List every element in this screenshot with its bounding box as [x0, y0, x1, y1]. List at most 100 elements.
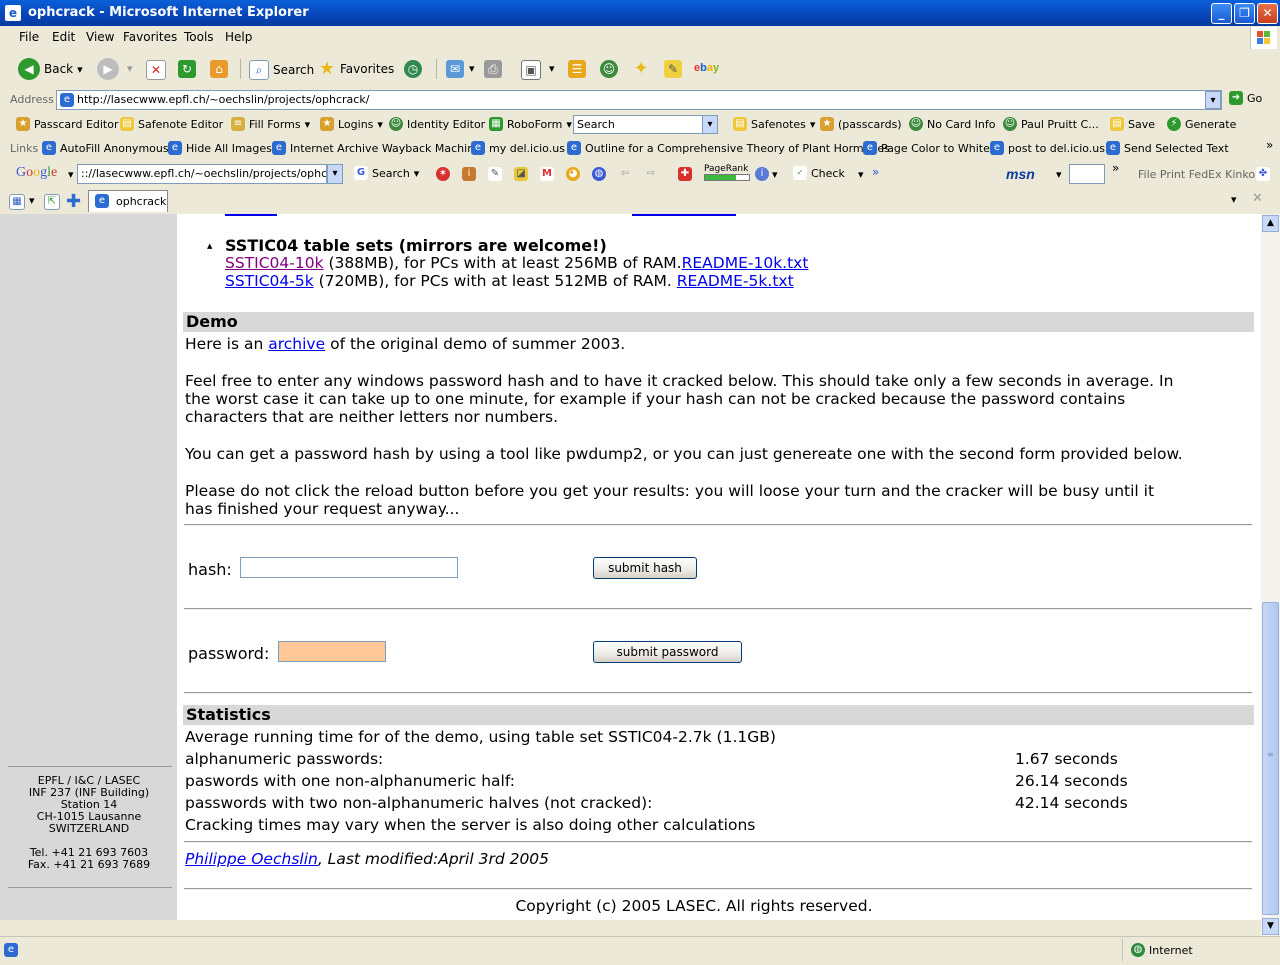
safenote-editor-button[interactable]: ▤ Safenote Editor [120, 117, 223, 131]
password-input[interactable] [278, 641, 386, 662]
msn-overflow-chevron-icon[interactable]: » [1112, 161, 1119, 175]
messenger-icon[interactable]: ☺ [600, 60, 618, 78]
sstic10k-link[interactable]: SSTIC04-10k [225, 254, 324, 272]
scroll-down-icon[interactable]: ▼ [1262, 918, 1279, 935]
favorites-button[interactable]: ★ Favorites [318, 60, 394, 78]
link-my-delicious[interactable]: e my del.icio.us [471, 141, 565, 155]
link-send-selected-text[interactable]: e Send Selected Text [1106, 141, 1229, 155]
generate-button[interactable]: ⚡ Generate [1167, 117, 1236, 131]
link-post-delicious[interactable]: e post to del.icio.us [990, 141, 1105, 155]
quick-tabs-icon[interactable]: ▦ [9, 194, 25, 210]
forward-button[interactable]: ▶ [97, 58, 119, 80]
link-wayback-machine[interactable]: e Internet Archive Wayback Machine [272, 141, 481, 155]
safenotes-button[interactable]: ▤ Safenotes ▾ [733, 117, 815, 131]
back-dropdown-icon[interactable]: ▾ [77, 63, 83, 76]
research-icon[interactable]: ☰ [568, 60, 586, 78]
edit-dropdown-icon[interactable]: ▾ [549, 62, 555, 75]
minimize-button[interactable]: _ [1211, 3, 1232, 24]
close-tab-icon[interactable]: ✕ [1252, 191, 1263, 206]
go-button[interactable]: ➜ Go [1229, 91, 1262, 105]
no-card-info-button[interactable]: ☺ No Card Info [909, 117, 996, 131]
link-page-color-white[interactable]: e Page Color to White [863, 141, 990, 155]
gmail-icon[interactable]: M [540, 167, 554, 181]
menu-view[interactable]: View [86, 30, 114, 44]
passcard-editor-button[interactable]: ★ Passcard Editor [16, 117, 119, 131]
google-blogger-icon[interactable]: ✚ [678, 167, 692, 181]
links-overflow-chevron-icon[interactable]: » [1266, 138, 1273, 152]
roboform-search-dropdown-icon[interactable]: ▾ [702, 115, 718, 134]
msn-logo[interactable]: msn [1006, 166, 1035, 182]
mail-dropdown-icon[interactable]: ▾ [469, 62, 475, 75]
passcards-button[interactable]: ★ (passcards) [820, 117, 902, 131]
google-overflow-chevron-icon[interactable]: » [872, 165, 879, 179]
save-button[interactable]: ▤ Save [1110, 117, 1155, 131]
readme10k-link[interactable]: README-10k.txt [682, 254, 809, 272]
refresh-icon[interactable]: ↻ [178, 60, 196, 78]
author-link[interactable]: Philippe Oechslin [185, 850, 318, 868]
msn-search-input[interactable] [1069, 164, 1105, 184]
scroll-thumb[interactable]: ≡ [1262, 602, 1279, 915]
sstic5k-link[interactable]: SSTIC04-5k [225, 272, 314, 290]
google-info-circle-icon[interactable]: i [755, 167, 769, 181]
notes-icon[interactable]: ✎ [664, 60, 682, 78]
google-back-icon[interactable]: ⇦ [618, 167, 632, 181]
google-highlight-icon[interactable]: ✎ [488, 167, 502, 181]
google-search-input[interactable]: :://lasecwww.epfl.ch/~oechslin/projects/… [77, 164, 327, 184]
tab-ophcrack[interactable]: e ophcrack [88, 190, 168, 212]
menu-help[interactable]: Help [225, 30, 252, 44]
check-dropdown-icon[interactable]: ▾ [858, 168, 864, 181]
tab-menu-dropdown-icon[interactable]: ▾ [1231, 193, 1237, 206]
ebay-icon[interactable]: ebay [694, 62, 719, 74]
paul-pruitt-button[interactable]: ☺ Paul Pruitt C... [1003, 117, 1099, 131]
google-search-dropdown-icon[interactable]: ▾ [327, 164, 343, 184]
google-search-button[interactable]: G Search ▾ [354, 166, 419, 180]
scroll-up-icon[interactable]: ▲ [1262, 215, 1279, 232]
hash-input[interactable] [240, 557, 458, 578]
submit-password-button[interactable]: submit password [593, 641, 742, 663]
fedex-print-label[interactable]: File Print FedEx Kinko's [1138, 168, 1264, 181]
mail-icon[interactable]: ✉ [446, 60, 464, 78]
close-button[interactable]: ✕ [1257, 3, 1278, 24]
edit-page-icon[interactable]: ▣ [521, 60, 541, 80]
menu-tools[interactable]: Tools [184, 30, 214, 44]
link-hide-all-images[interactable]: e Hide All Images [168, 141, 272, 155]
bookmark-star-icon[interactable]: ✦ [632, 60, 650, 78]
new-window-icon[interactable]: ⇱ [44, 194, 60, 210]
address-dropdown-icon[interactable]: ▾ [1205, 91, 1221, 109]
menu-favorites[interactable]: Favorites [123, 30, 177, 44]
stop-icon[interactable]: ✕ [146, 60, 166, 80]
info-dropdown-icon[interactable]: ▾ [772, 168, 778, 181]
history-icon[interactable]: ◷ [404, 60, 422, 78]
google-earth-icon[interactable]: ◍ [592, 167, 606, 181]
archive-link[interactable]: archive [268, 335, 325, 353]
back-button[interactable]: ◀ Back ▾ [18, 58, 83, 80]
roboform-search-input[interactable]: Search [573, 115, 703, 134]
menu-edit[interactable]: Edit [52, 30, 75, 44]
search-button[interactable]: ⌕ Search [249, 60, 314, 80]
link-plant-hormones[interactable]: e Outline for a Comprehensive Theory of P… [567, 141, 890, 155]
new-tab-plus-icon[interactable]: ✚ [66, 191, 81, 212]
submit-hash-button[interactable]: submit hash [593, 557, 697, 579]
maximize-button[interactable]: ❐ [1234, 3, 1255, 24]
link-autofill-anonymous[interactable]: e AutoFill Anonymous [42, 141, 169, 155]
google-info-icon[interactable]: i [462, 167, 476, 181]
address-input[interactable]: e http://lasecwww.epfl.ch/~oechslin/proj… [56, 90, 1222, 110]
vertical-scrollbar[interactable]: ▲ ≡ ▼ [1261, 214, 1280, 936]
spellcheck-button[interactable]: ✓ Check [793, 166, 845, 180]
msn-dropdown-icon[interactable]: ▾ [1056, 168, 1062, 181]
menu-file[interactable]: File [19, 30, 39, 44]
home-icon[interactable]: ⌂ [210, 60, 228, 78]
google-menu-dropdown-icon[interactable]: ▾ [68, 168, 74, 181]
roboform-button[interactable]: ▦ RoboForm ▾ [489, 117, 572, 131]
ie-app-icon[interactable]: e [5, 5, 21, 21]
logins-button[interactable]: ★ Logins ▾ [320, 117, 383, 131]
google-forward-icon[interactable]: ⇨ [644, 167, 658, 181]
google-bookmark-icon[interactable]: ◪ [514, 167, 528, 181]
identity-editor-button[interactable]: ☺ Identity Editor [389, 117, 485, 131]
tab-list-dropdown-icon[interactable]: ▾ [29, 194, 35, 207]
google-news-icon[interactable]: ✶ [436, 167, 450, 181]
print-icon[interactable]: ⎙ [484, 60, 502, 78]
kinkos-icon[interactable]: ✤ [1256, 167, 1270, 181]
google-logo[interactable]: Google [16, 165, 57, 181]
fill-forms-button[interactable]: ≡ Fill Forms ▾ [231, 117, 310, 131]
